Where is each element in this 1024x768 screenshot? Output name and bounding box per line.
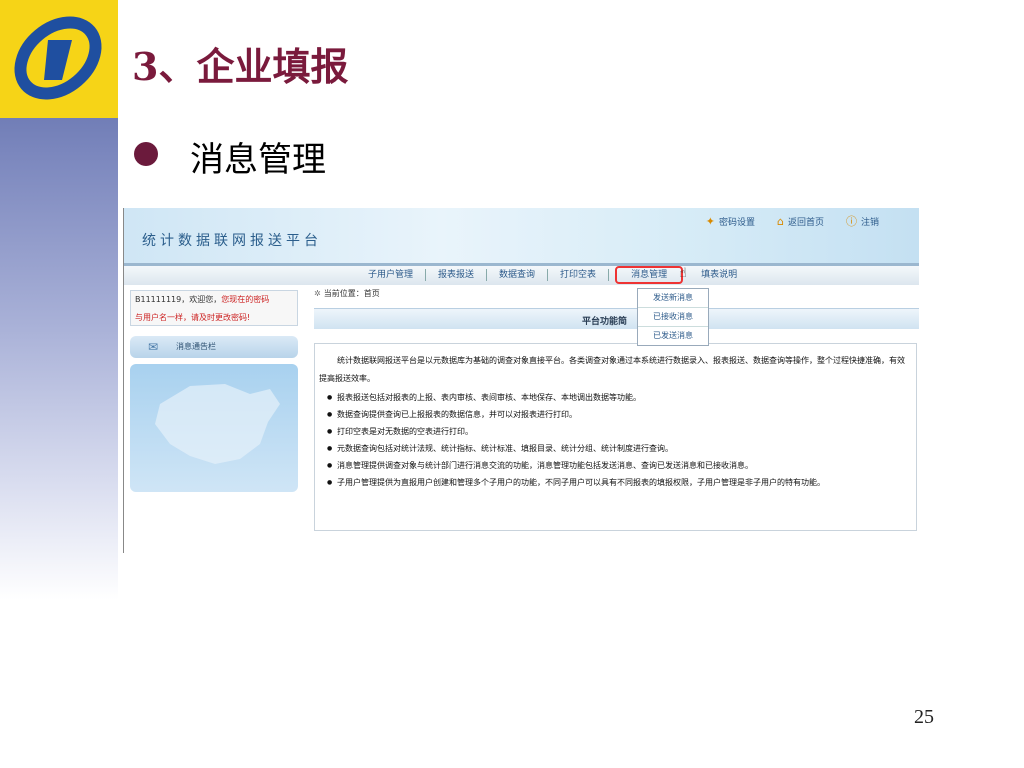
page-number: 25 xyxy=(914,706,934,728)
location-icon: ✲ xyxy=(314,289,321,298)
welcome-box: B11111119，欢迎您，您现在的密码 与用户名一样，请及时更改密码! xyxy=(130,290,298,326)
list-item: 报表报送包括对报表的上报、表内审核、表间审核、本地保存、本地调出数据等功能。 xyxy=(327,390,909,406)
logo xyxy=(0,0,118,118)
received-messages[interactable]: 已接收消息 xyxy=(638,308,708,327)
top-links: ✦ 密码设置 ⌂ 返回首页 ⓘ 注销 xyxy=(706,213,879,229)
breadcrumb: ✲ 当前位置：首页 xyxy=(314,288,380,299)
welcome-warning-line2: 与用户名一样，请及时更改密码! xyxy=(135,313,251,322)
app-screenshot: 统计数据联网报送平台 ✦ 密码设置 ⌂ 返回首页 ⓘ 注销 子用户管理 报表报送… xyxy=(123,208,919,553)
notice-label: 消息通告栏 xyxy=(176,342,216,351)
welcome-user: B11111119，欢迎您， xyxy=(135,295,222,304)
app-banner: 统计数据联网报送平台 ✦ 密码设置 ⌂ 返回首页 ⓘ 注销 xyxy=(124,208,919,263)
logout-link[interactable]: ⓘ 注销 xyxy=(846,213,879,229)
welcome-warning: 您现在的密码 xyxy=(221,295,270,304)
notice-icon: ✉ xyxy=(148,340,159,354)
message-dropdown: 发送新消息 已接收消息 已发送消息 xyxy=(637,288,709,346)
password-settings-label: 密码设置 xyxy=(718,217,755,228)
nav-instructions[interactable]: 填表说明 xyxy=(689,269,749,281)
key-icon: ✦ xyxy=(705,214,715,228)
china-map-icon xyxy=(155,384,280,464)
list-item: 元数据查询包括对统计法规、统计指标、统计标准、填报目录、统计分组、统计制度进行查… xyxy=(327,441,909,457)
nav-message-management[interactable]: 消息管理 xyxy=(615,266,684,284)
send-new-message[interactable]: 发送新消息 xyxy=(638,289,708,308)
nav-sub-user[interactable]: 子用户管理 xyxy=(356,269,427,281)
nav-print-blank[interactable]: 打印空表 xyxy=(548,269,610,281)
home-label: 返回首页 xyxy=(787,217,824,228)
notice-bar[interactable]: ✉ 消息通告栏 xyxy=(130,336,298,358)
main-nav: 子用户管理 报表报送 数据查询 打印空表 消息管理 填表说明 xyxy=(124,263,919,285)
logo-icon xyxy=(14,16,102,100)
intro-paragraph: 统计数据联网报送平台是以元数据库为基础的调查对象直接平台。各类调查对象通过本系统… xyxy=(319,356,905,383)
list-item: 消息管理提供调查对象与统计部门进行消息交流的功能，消息管理功能包括发送消息、查询… xyxy=(327,458,909,474)
info-icon: ⓘ xyxy=(845,215,857,228)
home-link[interactable]: ⌂ 返回首页 xyxy=(777,213,824,229)
list-item: 子用户管理提供为直报用户创建和管理多个子用户的功能，不同子用户可以具有不同报表的… xyxy=(327,475,909,491)
list-item: 打印空表是对无数据的空表进行打印。 xyxy=(327,424,909,440)
hand-cursor-icon: ☝ xyxy=(679,266,687,281)
intro-content: 统计数据联网报送平台是以元数据库为基础的调查对象直接平台。各类调查对象通过本系统… xyxy=(314,343,917,531)
app-title: 统计数据联网报送平台 xyxy=(142,233,322,249)
slide-title: 3、企业填报 xyxy=(132,44,349,89)
bullet-text: 消息管理 xyxy=(190,140,326,180)
home-icon: ⌂ xyxy=(776,214,784,228)
nav-data-query[interactable]: 数据查询 xyxy=(487,269,549,281)
nav-report-submit[interactable]: 报表报送 xyxy=(426,269,488,281)
bullet-dot xyxy=(134,142,158,166)
password-settings-link[interactable]: ✦ 密码设置 xyxy=(706,213,755,229)
list-item: 数据查询提供查询已上报报表的数据信息，并可以对报表进行打印。 xyxy=(327,407,909,423)
function-header: 平台功能简 xyxy=(314,308,919,329)
china-map-panel xyxy=(130,364,298,492)
function-title: 平台功能简 xyxy=(582,317,628,327)
location-text: 当前位置：首页 xyxy=(323,289,380,298)
sent-messages[interactable]: 已发送消息 xyxy=(638,327,708,345)
logout-label: 注销 xyxy=(860,217,879,228)
